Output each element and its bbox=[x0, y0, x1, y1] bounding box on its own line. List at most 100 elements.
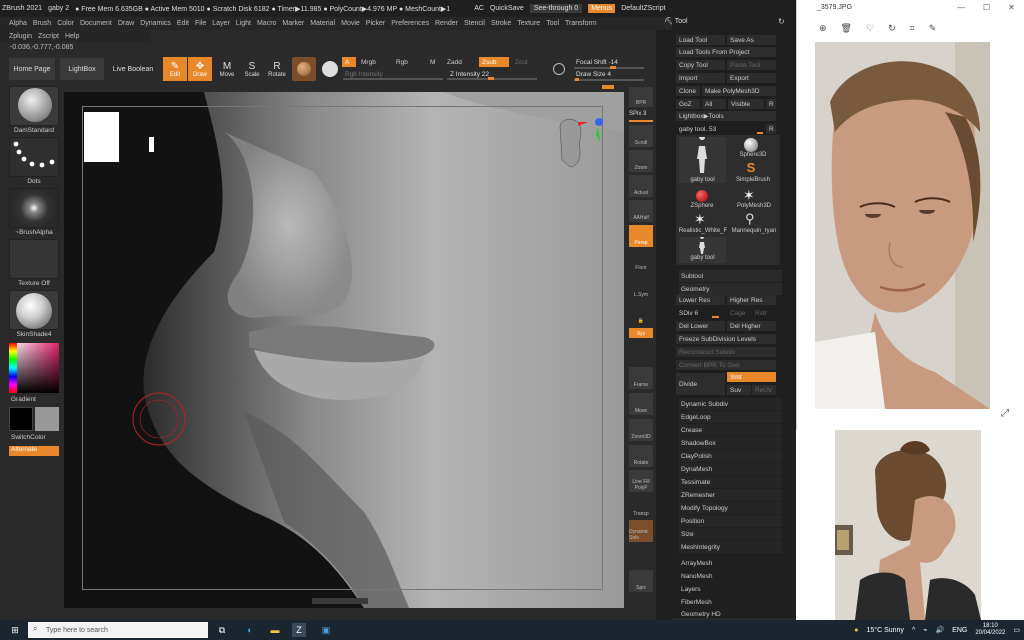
paste-tool-button[interactable]: Paste Tool bbox=[727, 60, 776, 70]
zadd-toggle[interactable]: Zadd bbox=[444, 57, 476, 67]
dynamic-solo-button[interactable]: Dynamic Solo bbox=[629, 520, 653, 542]
alpha-selector[interactable] bbox=[9, 188, 59, 228]
polymesh-star-icon[interactable]: ✶ bbox=[743, 187, 755, 204]
tool-r-button[interactable]: R bbox=[766, 124, 776, 134]
lightbox-tools-button[interactable]: Lightbox▶Tools bbox=[676, 111, 776, 121]
spix-view-button[interactable]: Spix bbox=[629, 570, 653, 592]
menu-dynamics[interactable]: Dynamics bbox=[140, 20, 171, 27]
menus-button[interactable]: Menus bbox=[588, 4, 616, 13]
menu-material[interactable]: Material bbox=[310, 20, 335, 27]
move-view-button[interactable]: Move bbox=[629, 393, 653, 415]
volume-icon[interactable]: 🔊 bbox=[935, 626, 944, 634]
all-button[interactable]: All bbox=[702, 99, 726, 109]
reconstruct-subdiv-button[interactable]: Reconstruct Subdiv bbox=[676, 347, 776, 357]
a-toggle[interactable]: A bbox=[342, 57, 356, 67]
move-mode-button[interactable]: M Move bbox=[215, 57, 239, 81]
chevron-up-icon[interactable]: ^ bbox=[912, 627, 915, 634]
edge-icon[interactable]: ◐ bbox=[243, 623, 257, 637]
reference-photo-side[interactable] bbox=[835, 430, 981, 620]
menu-edit[interactable]: Edit bbox=[177, 20, 189, 27]
menu-macro[interactable]: Macro bbox=[257, 20, 276, 27]
menu-picker[interactable]: Picker bbox=[366, 20, 385, 27]
layers-section[interactable]: Layers bbox=[679, 583, 782, 595]
menu-render[interactable]: Render bbox=[435, 20, 458, 27]
see-through-slider[interactable]: See-through 0 bbox=[529, 4, 583, 13]
geometry-hd-section[interactable]: Geometry HD bbox=[679, 608, 782, 620]
menu-brush[interactable]: Brush bbox=[33, 20, 51, 27]
modify-topology-section[interactable]: Modify Topology bbox=[679, 502, 782, 514]
position-section[interactable]: Position bbox=[679, 515, 782, 527]
reuv-toggle[interactable]: ReUV bbox=[752, 385, 776, 395]
import-button[interactable]: Import bbox=[676, 73, 725, 83]
lock-icon[interactable]: 🔒 bbox=[629, 303, 653, 325]
edgeloop-section[interactable]: EdgeLoop bbox=[679, 411, 782, 423]
claypolish-section[interactable]: ClayPolish bbox=[679, 450, 782, 462]
scroll-button[interactable]: Scroll bbox=[629, 125, 653, 147]
quicksave-button[interactable]: QuickSave bbox=[490, 5, 524, 12]
floor-button[interactable]: Floor bbox=[629, 250, 653, 272]
lsym-button[interactable]: L.Sym bbox=[629, 277, 653, 299]
menu-transform[interactable]: Transform bbox=[565, 20, 597, 27]
shadowbox-section[interactable]: ShadowBox bbox=[679, 437, 782, 449]
menu-zplugin[interactable]: Zplugin bbox=[9, 33, 32, 40]
menu-document[interactable]: Document bbox=[80, 20, 112, 27]
rstr-button[interactable]: Rstr bbox=[752, 308, 776, 318]
hue-strip[interactable] bbox=[9, 343, 17, 393]
meshintegrity-section[interactable]: MeshIntegrity bbox=[679, 541, 782, 553]
zbrush-taskbar-icon[interactable]: Z bbox=[292, 623, 306, 637]
rotate-icon[interactable]: ↻ bbox=[888, 23, 896, 34]
brush-mode-button[interactable] bbox=[318, 57, 342, 81]
menu-texture[interactable]: Texture bbox=[517, 20, 540, 27]
fibermesh-section[interactable]: FiberMesh bbox=[679, 596, 782, 608]
size-section[interactable]: Size bbox=[679, 528, 782, 540]
dynamic-subdiv-section[interactable]: Dynamic Subdiv bbox=[679, 398, 782, 410]
m-toggle[interactable]: M bbox=[427, 57, 441, 67]
mrgb-toggle[interactable]: Mrgb bbox=[358, 57, 388, 67]
texture-selector[interactable] bbox=[9, 239, 59, 279]
expand-icon[interactable]: ⤢ bbox=[1001, 408, 1009, 419]
alternate-button[interactable]: Alternate bbox=[9, 446, 59, 456]
sphere3d-icon[interactable] bbox=[744, 138, 758, 152]
weather-text[interactable]: 15°C Sunny bbox=[867, 627, 904, 634]
file-explorer-icon[interactable]: ▬ bbox=[268, 623, 282, 637]
goz-button[interactable]: GoZ bbox=[676, 99, 700, 109]
home-page-button[interactable]: Home Page bbox=[9, 58, 55, 80]
crease-section[interactable]: Crease bbox=[679, 424, 782, 436]
bpr-button[interactable]: BPR bbox=[629, 87, 653, 107]
language-indicator[interactable]: ENG bbox=[952, 627, 967, 634]
lower-res-button[interactable]: Lower Res bbox=[676, 295, 725, 305]
smt-toggle[interactable]: Smt bbox=[727, 372, 776, 382]
focal-shift-slider[interactable]: Focal Shift -14 bbox=[573, 57, 643, 67]
task-view-icon[interactable]: ⧉ bbox=[215, 623, 229, 637]
menu-stencil[interactable]: Stencil bbox=[464, 20, 485, 27]
clone-button[interactable]: Clone bbox=[676, 86, 700, 96]
navigation-head-gizmo[interactable] bbox=[548, 112, 608, 172]
menu-preferences[interactable]: Preferences bbox=[391, 20, 429, 27]
simplebrush-icon[interactable]: S bbox=[744, 161, 758, 175]
arraymesh-section[interactable]: ArrayMesh bbox=[679, 557, 782, 569]
r-button[interactable]: R bbox=[766, 99, 776, 109]
menu-draw[interactable]: Draw bbox=[118, 20, 134, 27]
minimize-icon[interactable]: — bbox=[957, 3, 965, 12]
del-higher-button[interactable]: Del Higher bbox=[727, 321, 776, 331]
export-button[interactable]: Export bbox=[727, 73, 776, 83]
live-boolean-button[interactable]: Live Boolean bbox=[109, 58, 157, 80]
brush-selector[interactable] bbox=[9, 86, 59, 126]
aahalf-button[interactable]: AAHalf bbox=[629, 200, 653, 222]
mannequin-icon[interactable]: ⚲ bbox=[745, 211, 755, 227]
rgb-toggle[interactable]: Rgb bbox=[393, 57, 417, 67]
material-selector[interactable] bbox=[9, 290, 59, 330]
notifications-icon[interactable]: ▭ bbox=[1013, 626, 1020, 634]
realistic-star-icon[interactable]: ✶ bbox=[694, 211, 706, 228]
menu-file[interactable]: File bbox=[195, 20, 206, 27]
actual-button[interactable]: Actual bbox=[629, 175, 653, 197]
canvas-scroll-indicator[interactable] bbox=[312, 598, 368, 604]
menu-marker[interactable]: Marker bbox=[282, 20, 304, 27]
spix-slider[interactable]: SPix 3 bbox=[629, 111, 646, 117]
tool-slider[interactable]: gaby tool. 53 bbox=[676, 124, 764, 134]
xyz-button[interactable]: Xyz bbox=[629, 328, 653, 338]
lightbox-button[interactable]: LightBox bbox=[60, 58, 104, 80]
geometry-section[interactable]: Geometry bbox=[679, 283, 782, 295]
draw-size-slider[interactable]: Draw Size 4 bbox=[573, 69, 643, 79]
tessimate-section[interactable]: Tessimate bbox=[679, 476, 782, 488]
